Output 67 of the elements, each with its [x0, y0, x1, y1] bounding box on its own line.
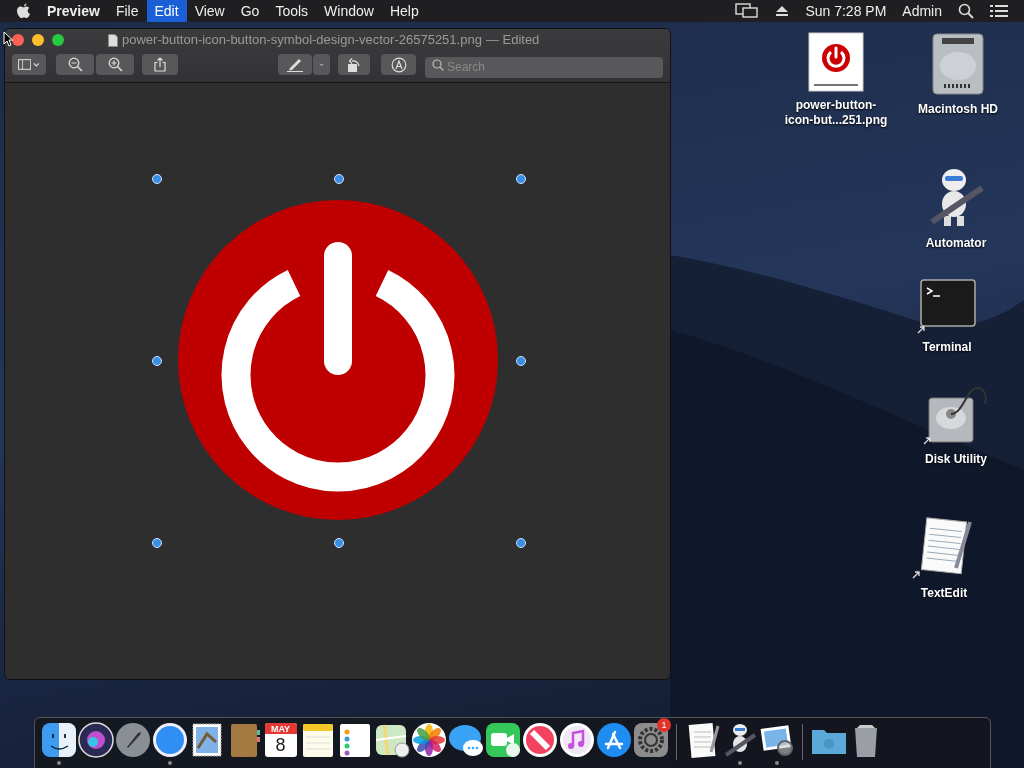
close-button[interactable]: [12, 34, 24, 46]
gear-icon[interactable]: [632, 722, 669, 758]
rotate-icon: [346, 56, 362, 73]
desktop-icon-label[interactable]: Automator: [925, 236, 987, 251]
menu-item[interactable]: Help: [381, 0, 427, 22]
zoom-button[interactable]: [52, 34, 64, 46]
edited-status: — Edited: [485, 31, 540, 50]
hard-drive-icon[interactable]: [930, 32, 986, 96]
markup-pen-button[interactable]: [278, 54, 312, 75]
sidebar-toggle-button[interactable]: [12, 54, 46, 75]
selection-handle[interactable]: [152, 356, 162, 366]
letter-a-icon[interactable]: [595, 722, 632, 758]
menu-item[interactable]: View: [186, 0, 233, 22]
menu-item[interactable]: Tools: [267, 0, 317, 22]
selection-handle[interactable]: [152, 538, 162, 548]
speech-bubbles-icon[interactable]: [447, 722, 484, 758]
desktop-icon-label[interactable]: power-button- icon-but...251.png: [784, 98, 888, 128]
clock-text[interactable]: Sun 7:28 PM: [797, 0, 895, 22]
calendar-icon[interactable]: MAY 8: [262, 722, 299, 758]
desktop-icon-label[interactable]: TextEdit: [920, 586, 968, 601]
search-icon: [432, 59, 444, 71]
zoom-out-button[interactable]: [56, 54, 94, 75]
menu-item[interactable]: Edit: [146, 0, 187, 22]
chevron-down-icon: [319, 61, 324, 68]
notification-badge: 1: [657, 718, 671, 732]
selection-handle[interactable]: [516, 174, 526, 184]
pointer-icon: [3, 31, 13, 47]
selection-handle[interactable]: [334, 174, 344, 184]
map-icon[interactable]: [373, 722, 410, 758]
desktop-icon-label[interactable]: Terminal: [922, 340, 972, 355]
share-icon: [154, 57, 166, 72]
orb-icon[interactable]: [77, 722, 114, 758]
selection-handle[interactable]: [152, 174, 162, 184]
menu-item[interactable]: Window: [316, 0, 382, 22]
terminal-icon[interactable]: [917, 278, 977, 334]
image-file-icon[interactable]: [808, 32, 864, 92]
zoom-in-button[interactable]: [96, 54, 134, 75]
stethoscope-disk-icon[interactable]: [923, 384, 989, 446]
letter-a-circle-icon: [390, 56, 407, 73]
app-menu[interactable]: Preview: [39, 0, 108, 22]
photos-magnifier-icon[interactable]: [758, 722, 795, 758]
zoom-out-icon: [67, 57, 83, 72]
smiley-face-icon[interactable]: [40, 722, 77, 758]
selection-handle[interactable]: [516, 356, 526, 366]
sidebar-icon: [18, 58, 32, 71]
selection-handle[interactable]: [334, 538, 344, 548]
zoom-in-icon: [107, 57, 123, 72]
flower-icon[interactable]: [410, 722, 447, 758]
calendar-month: MAY: [269, 724, 292, 734]
document-icon: [108, 33, 118, 47]
annotate-button[interactable]: [381, 54, 416, 75]
calendar-day: 8: [262, 735, 299, 755]
rotate-button[interactable]: [338, 54, 370, 75]
user-name[interactable]: Admin: [894, 0, 950, 22]
video-camera-icon[interactable]: [484, 722, 521, 758]
menu-item[interactable]: Go: [232, 0, 268, 22]
no-sign-icon[interactable]: [521, 722, 558, 758]
chevron-down-icon: [33, 61, 40, 68]
pen-icon: [286, 57, 304, 72]
selection-handle[interactable]: [516, 538, 526, 548]
music-note-icon[interactable]: [558, 722, 595, 758]
window-title: power-button-icon-button-symbol-design-vector-26575251.png: [122, 31, 482, 50]
desktop-icon-label[interactable]: Macintosh HD: [918, 102, 998, 117]
menu-item[interactable]: File: [107, 0, 147, 22]
share-button[interactable]: [142, 54, 178, 75]
desktop-icon-label[interactable]: Disk Utility: [925, 452, 987, 467]
minimize-button[interactable]: [32, 34, 44, 46]
